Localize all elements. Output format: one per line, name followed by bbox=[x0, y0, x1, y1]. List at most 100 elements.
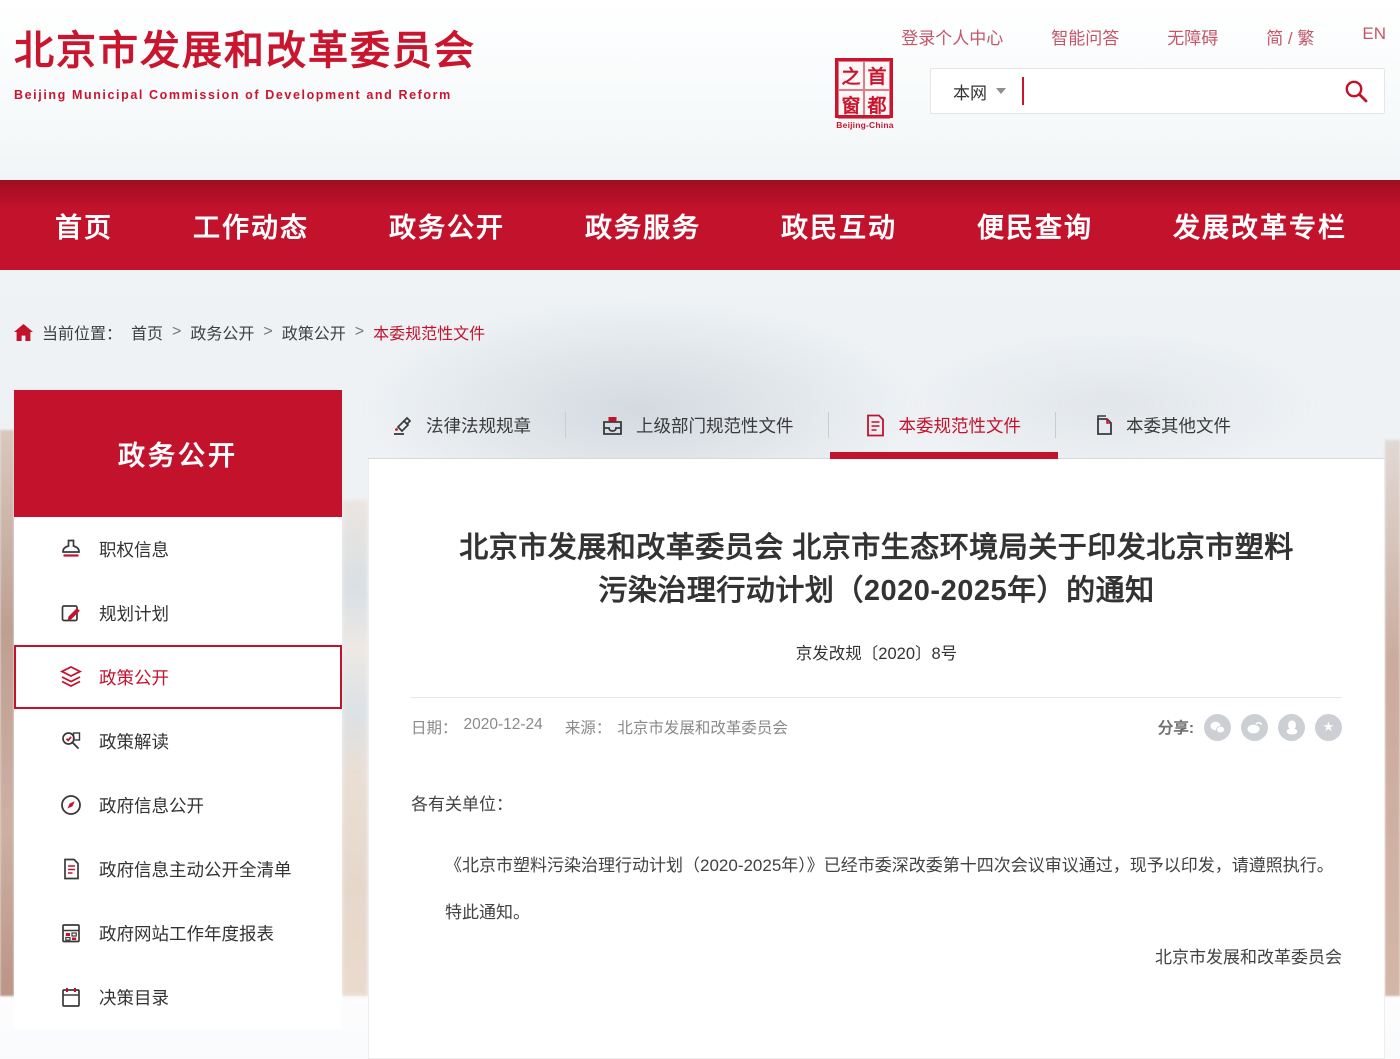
header-utility-links: 登录个人中心 智能问答 无障碍 简 / 繁 EN bbox=[901, 24, 1386, 49]
article-paragraph: 《北京市塑料污染治理行动计划（2020-2025年）》已经市委深改委第十四次会议… bbox=[411, 840, 1342, 892]
search-bar: 本网 bbox=[930, 68, 1385, 114]
share-label: 分享: bbox=[1158, 716, 1194, 738]
home-icon[interactable] bbox=[14, 324, 33, 341]
stamp-icon bbox=[58, 536, 84, 562]
nav-item-reform-column[interactable]: 发展改革专栏 bbox=[1173, 206, 1347, 245]
sidebar-item-website-annual-report[interactable]: 政府网站工作年度报表 bbox=[14, 901, 342, 965]
background-art-left bbox=[0, 430, 14, 996]
qq-share-button[interactable] bbox=[1278, 714, 1305, 741]
nav-item-home[interactable]: 首页 bbox=[55, 206, 113, 245]
article-paragraph: 特此通知。 bbox=[411, 898, 1342, 928]
sidebar-item-authority-info[interactable]: 职权信息 bbox=[14, 517, 342, 581]
article-meta: 日期： 2020-12-24 来源：北京市发展和改革委员会 bbox=[411, 716, 788, 738]
sidebar-item-proactive-disclosure-list[interactable]: 政府信息主动公开全清单 bbox=[14, 837, 342, 901]
search-scope-dropdown[interactable]: 本网 bbox=[953, 79, 1006, 104]
nav-item-gov-services[interactable]: 政务服务 bbox=[585, 206, 701, 245]
star-icon: ★ bbox=[1323, 719, 1335, 735]
sidebar-item-label: 政策解读 bbox=[99, 729, 169, 754]
sidebar-item-label: 规划计划 bbox=[99, 601, 169, 626]
sidebar-item-decision-catalog[interactable]: 决策目录 bbox=[14, 965, 342, 1029]
active-tab-underline bbox=[830, 452, 1058, 459]
document-icon bbox=[58, 856, 84, 882]
article-date: 2020-12-24 bbox=[464, 716, 543, 738]
sidebar-item-label: 政府信息公开 bbox=[99, 793, 204, 818]
breadcrumb-label: 当前位置： bbox=[42, 320, 122, 344]
sidebar-item-label: 政府信息主动公开全清单 bbox=[99, 857, 292, 882]
weibo-share-button[interactable] bbox=[1241, 714, 1268, 741]
site-header: 北京市发展和改革委员会 Beijing Municipal Commission… bbox=[0, 0, 1400, 150]
nav-item-public-interaction[interactable]: 政民互动 bbox=[781, 206, 897, 245]
source-label: 来源： bbox=[565, 716, 612, 738]
tab-laws-regulations[interactable]: 法律法规规章 bbox=[390, 413, 531, 438]
document-number: 京发改规〔2020〕8号 bbox=[411, 640, 1342, 664]
seal-char: 窗 bbox=[838, 90, 864, 119]
article-salutation: 各有关单位： bbox=[411, 792, 1342, 818]
main-navigation: 首页 工作动态 政务公开 政务服务 政民互动 便民查询 发展改革专栏 bbox=[0, 180, 1400, 270]
breadcrumb-current[interactable]: 本委规范性文件 bbox=[373, 320, 485, 344]
seal-caption: Beijing-China bbox=[835, 120, 895, 130]
nav-item-gov-disclosure[interactable]: 政务公开 bbox=[389, 206, 505, 245]
wechat-share-button[interactable] bbox=[1204, 714, 1231, 741]
report-icon bbox=[58, 920, 84, 946]
smart-qa-link[interactable]: 智能问答 bbox=[1051, 24, 1119, 49]
accessibility-link[interactable]: 无障碍 bbox=[1167, 24, 1218, 49]
simplified-traditional-link[interactable]: 简 / 繁 bbox=[1266, 24, 1314, 49]
search-icon bbox=[1343, 78, 1369, 104]
text-cursor bbox=[1022, 77, 1024, 105]
search-input[interactable] bbox=[1028, 71, 1336, 111]
seal-char: 都 bbox=[864, 90, 890, 119]
search-check-icon bbox=[58, 728, 84, 754]
seal-stamp-icon bbox=[390, 413, 415, 438]
breadcrumb-gov-disclosure[interactable]: 政务公开 bbox=[190, 320, 254, 344]
article-title-line1: 北京市发展和改革委员会 北京市生态环境局关于印发北京市塑料 bbox=[411, 527, 1342, 570]
breadcrumb-separator: > bbox=[263, 323, 272, 341]
breadcrumb-home[interactable]: 首页 bbox=[131, 320, 163, 344]
article-meta-row: 日期： 2020-12-24 来源：北京市发展和改革委员会 分享: bbox=[411, 698, 1342, 756]
sidebar-menu: 职权信息 规划计划 政策公开 政策解读 政府信息公开 bbox=[14, 517, 342, 1029]
edit-icon bbox=[58, 600, 84, 626]
article-panel: 北京市发展和改革委员会 北京市生态环境局关于印发北京市塑料 污染治理行动计划（2… bbox=[368, 459, 1385, 1059]
site-logo[interactable]: 北京市发展和改革委员会 Beijing Municipal Commission… bbox=[14, 18, 476, 102]
seal-char: 首 bbox=[864, 61, 890, 90]
tab-superior-normative-docs[interactable]: 上级部门规范性文件 bbox=[600, 413, 794, 438]
breadcrumb-policy-disclosure[interactable]: 政策公开 bbox=[282, 320, 346, 344]
article-title: 北京市发展和改革委员会 北京市生态环境局关于印发北京市塑料 污染治理行动计划（2… bbox=[411, 527, 1342, 613]
sidebar-title: 政务公开 bbox=[14, 390, 342, 517]
tab-divider bbox=[1055, 412, 1056, 438]
background-art-gutter bbox=[342, 500, 368, 996]
article-source: 北京市发展和改革委员会 bbox=[617, 716, 788, 738]
sidebar: 政务公开 职权信息 规划计划 政策公开 政策解读 bbox=[14, 390, 342, 1029]
sidebar-item-gov-info-disclosure[interactable]: 政府信息公开 bbox=[14, 773, 342, 837]
beijing-china-seal-logo[interactable]: 之 首 窗 都 Beijing-China bbox=[835, 58, 895, 130]
share-toolbar: 分享: ★ bbox=[1158, 714, 1342, 741]
nav-item-work-news[interactable]: 工作动态 bbox=[193, 206, 309, 245]
search-scope-label: 本网 bbox=[953, 79, 987, 104]
tab-label: 上级部门规范性文件 bbox=[636, 413, 794, 438]
tab-label: 法律法规规章 bbox=[426, 413, 531, 438]
sidebar-item-label: 政府网站工作年度报表 bbox=[99, 921, 274, 946]
tab-committee-other-docs[interactable]: 本委其他文件 bbox=[1090, 413, 1231, 438]
site-subtitle: Beijing Municipal Commission of Developm… bbox=[14, 88, 476, 102]
date-label: 日期： bbox=[411, 716, 458, 738]
content-tabs: 法律法规规章 上级部门规范性文件 本委规范性文件 本委其他文件 bbox=[390, 406, 1231, 444]
weibo-icon bbox=[1247, 720, 1262, 734]
sidebar-item-policy-interpretation[interactable]: 政策解读 bbox=[14, 709, 342, 773]
article-signoff: 北京市发展和改革委员会 bbox=[411, 944, 1342, 972]
favorite-share-button[interactable]: ★ bbox=[1315, 714, 1342, 741]
sidebar-item-policy-disclosure[interactable]: 政策公开 bbox=[14, 645, 342, 709]
copy-doc-icon bbox=[1090, 413, 1115, 438]
english-link[interactable]: EN bbox=[1362, 24, 1386, 49]
compass-icon bbox=[58, 792, 84, 818]
tab-committee-normative-docs[interactable]: 本委规范性文件 bbox=[863, 413, 1022, 438]
chevron-down-icon bbox=[996, 88, 1006, 94]
layers-icon bbox=[58, 664, 84, 690]
login-personal-center-link[interactable]: 登录个人中心 bbox=[901, 24, 1003, 49]
site-title: 北京市发展和改革委员会 bbox=[14, 18, 476, 76]
qq-icon bbox=[1286, 720, 1298, 735]
breadcrumb: 当前位置： 首页 > 政务公开 > 政策公开 > 本委规范性文件 bbox=[14, 320, 485, 344]
breadcrumb-separator: > bbox=[355, 323, 364, 341]
nav-item-convenient-inquiry[interactable]: 便民查询 bbox=[977, 206, 1093, 245]
tab-label: 本委规范性文件 bbox=[899, 413, 1022, 438]
search-button[interactable] bbox=[1336, 71, 1376, 111]
sidebar-item-planning[interactable]: 规划计划 bbox=[14, 581, 342, 645]
